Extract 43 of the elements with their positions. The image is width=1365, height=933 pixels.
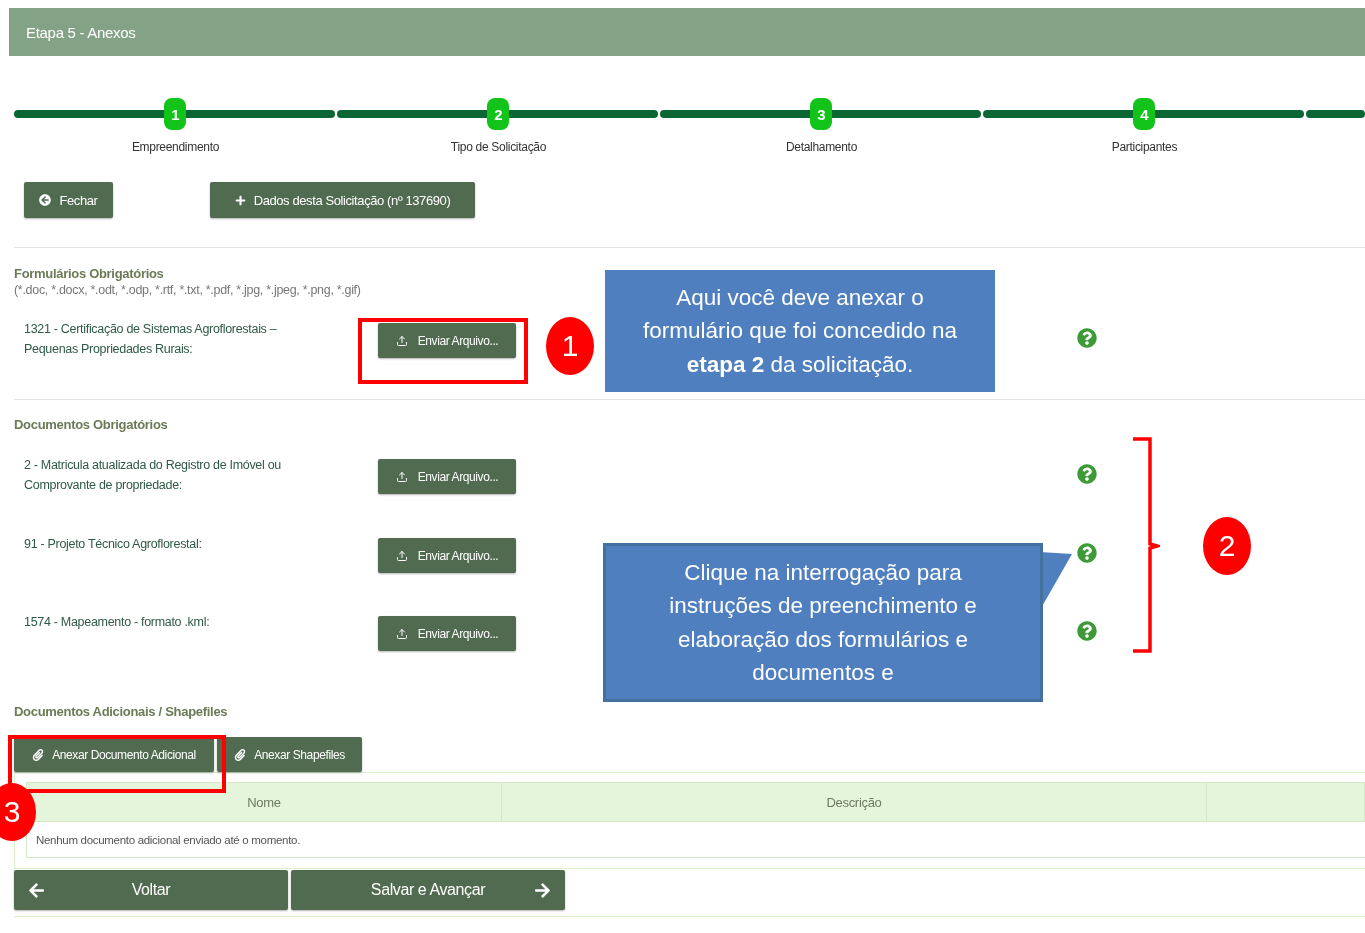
upload-icon — [395, 334, 408, 347]
help-icon[interactable] — [1077, 464, 1097, 484]
page-title: Etapa 5 - Anexos — [26, 23, 136, 41]
help-icon[interactable] — [1077, 621, 1097, 641]
document-label: 1574 - Mapeamento - formato .kml: — [24, 614, 211, 631]
section-title: Documentos Adicionais / Shapefiles — [14, 703, 228, 720]
number-marker: 3 — [0, 783, 36, 841]
upload-button[interactable]: Enviar Arquivo... — [378, 459, 516, 494]
upload-icon — [395, 470, 408, 483]
step-label: Detalhamento — [785, 140, 857, 154]
attach-button[interactable]: Anexar Documento Adicional — [14, 737, 214, 772]
number-marker: 2 — [1203, 517, 1251, 575]
upload-button[interactable]: Enviar Arquivo... — [378, 616, 516, 651]
document-label: 91 - Projeto Técnico Agroflorestal: — [24, 536, 203, 553]
plus-icon — [234, 194, 246, 206]
save-next-button[interactable]: Salvar e Avançar — [291, 870, 565, 910]
step-label: Participantes — [1111, 140, 1178, 154]
step-label: Tipo de Solicitação — [450, 140, 547, 154]
paperclip-icon — [32, 748, 45, 761]
section-title: Documentos Obrigatórios — [14, 416, 168, 433]
details-button[interactable]: Dados desta Solicitação (nº 137690) — [210, 182, 475, 218]
help-icon[interactable] — [1077, 543, 1097, 563]
step-label: Empreendimento — [131, 140, 220, 154]
upload-icon — [395, 627, 408, 640]
document-label: 2 - Matricula atualizada do Registro de Imóvel ou Comprovante de propriedade: — [24, 457, 282, 494]
document-label: 1321 - Certificação de Sistemas Agroflorestais – Pequenas Propriedades Rurais: — [24, 321, 278, 358]
callout-note: Aqui você deve anexar o formulário que foi concedido na etapa 2 da solicitação. — [605, 270, 995, 392]
arrow-left-icon — [28, 881, 45, 899]
empty-message: Nenhum documento adicional enviado até o momento. — [36, 833, 301, 846]
upload-button[interactable]: Enviar Arquivo... — [378, 538, 516, 573]
number-marker: 1 — [546, 317, 594, 375]
upload-icon — [395, 549, 408, 562]
help-icon[interactable] — [1077, 328, 1097, 348]
section-title: Formulários Obrigatórios — [14, 265, 164, 282]
back-button[interactable]: Voltar — [14, 870, 288, 910]
file-types-hint: (*.doc, *.docx, *.odt, *.odp, *.rtf, *.txt, *.pdf, *.jpg, *.jpeg, *.png, *.gif) — [14, 282, 361, 298]
close-button[interactable]: Fechar — [24, 182, 113, 218]
attach-button[interactable]: Anexar Shapefiles — [217, 737, 362, 772]
column-header: Descrição — [502, 783, 1207, 821]
arrow-right-icon — [534, 881, 551, 899]
callout-note: Clique na interrogação para instruções de preenchimento e elaboração dos formulários e documentos e — [603, 543, 1043, 702]
paperclip-icon — [234, 748, 247, 761]
upload-button[interactable]: Enviar Arquivo... — [378, 323, 516, 358]
